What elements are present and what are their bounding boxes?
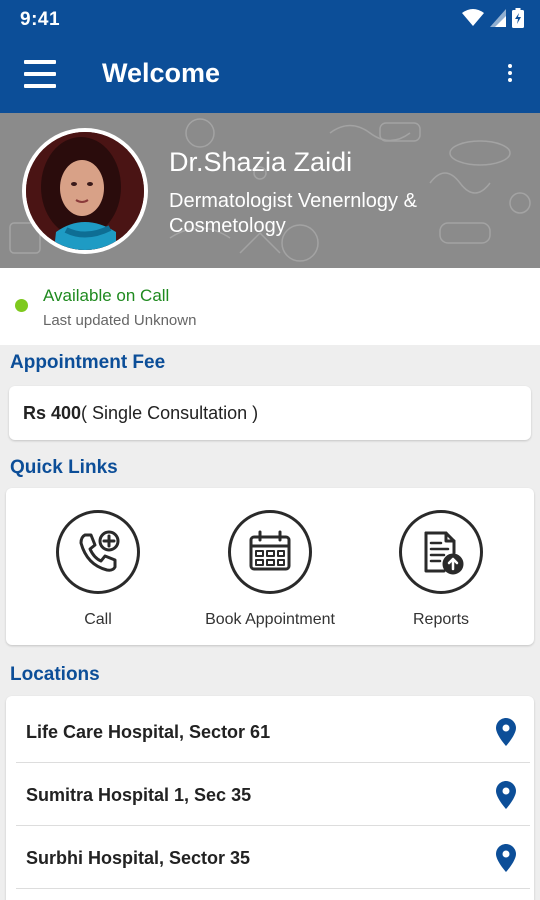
quick-link-book-appointment-label: Book Appointment — [205, 611, 335, 628]
appointment-fee-title: Appointment Fee — [10, 352, 166, 373]
phone-plus-icon — [56, 510, 140, 594]
location-pin-icon[interactable] — [496, 718, 516, 746]
report-upload-icon — [399, 510, 483, 594]
locations-card: Life Care Hospital, Sector 61 Sumitra Ho… — [6, 696, 534, 900]
doctor-name: Dr.Shazia Zaidi — [169, 147, 353, 177]
doctor-specialization: Dermatologist Venernlogy & Cosmetology — [169, 190, 417, 237]
app-bar: 9:41 Welcome — [0, 0, 540, 113]
location-row[interactable]: Sumitra Hospital 1, Sec 35 — [16, 763, 530, 826]
locations-title: Locations — [10, 664, 100, 685]
availability-panel: Available on Call Last updated Unknown — [0, 268, 540, 345]
location-pin-icon[interactable] — [496, 844, 516, 872]
more-vert-icon[interactable] — [502, 62, 518, 88]
quick-link-book-appointment[interactable]: Book Appointment — [185, 488, 355, 645]
quick-link-reports-label: Reports — [412, 611, 470, 628]
quick-link-call-label: Call — [84, 611, 112, 628]
status-bar: 9:41 — [0, 0, 540, 38]
location-name: Sumitra Hospital 1, Sec 35 — [26, 785, 252, 805]
availability-updated: Last updated Unknown — [43, 312, 197, 329]
availability-dot-icon — [15, 299, 28, 312]
fee-amount: Rs 400 — [23, 403, 82, 423]
location-row[interactable]: Life Care Hospital, Sector 61 — [16, 700, 530, 763]
location-row[interactable]: Surbhi Hospital, Sector 35 — [16, 826, 530, 889]
status-time: 9:41 — [20, 9, 61, 30]
hamburger-menu-icon[interactable] — [22, 58, 58, 90]
doctor-avatar — [22, 128, 148, 254]
signal-icon — [490, 9, 506, 27]
quick-link-call[interactable]: Call — [13, 488, 183, 645]
location-pin-icon[interactable] — [496, 781, 516, 809]
calendar-icon — [228, 510, 312, 594]
battery-icon — [512, 8, 524, 28]
wifi-icon — [462, 9, 484, 26]
quick-link-reports[interactable]: Reports — [356, 488, 526, 645]
toolbar-title: Welcome — [102, 58, 221, 88]
doctor-photo — [26, 132, 144, 250]
fee-description: ( Single Consultation ) — [81, 403, 259, 423]
profile-header: Dr.Shazia Zaidi Dermatologist Venernlogy… — [0, 113, 540, 268]
fee-text: Rs 400( Single Consultation ) — [23, 403, 258, 424]
location-name: Surbhi Hospital, Sector 35 — [26, 848, 251, 868]
quick-links-card: Call Book Appointment Reports — [6, 488, 534, 645]
location-name: Life Care Hospital, Sector 61 — [26, 722, 271, 742]
quick-links-title: Quick Links — [10, 457, 118, 478]
availability-status: Available on Call — [43, 286, 170, 305]
status-icons — [462, 8, 524, 28]
appointment-fee-card: Rs 400( Single Consultation ) — [9, 386, 531, 440]
